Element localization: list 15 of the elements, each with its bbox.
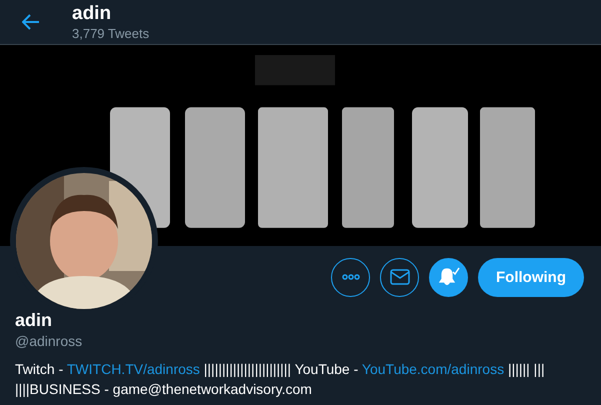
tweet-count: 3,779 Tweets <box>72 24 150 42</box>
bio-link[interactable]: YouTube.com/adinross <box>362 361 504 377</box>
back-arrow-icon[interactable] <box>22 14 40 30</box>
bell-icon <box>438 267 460 287</box>
notifications-button[interactable] <box>429 258 468 296</box>
more-icon <box>342 274 360 280</box>
bio-text: Twitch - TWITCH.TV/adinross |||||||||||||||||||||||| YouTube - YouTube.com/adinross |||||| ||| ||||BUSINESS - game@thenetworkadvisory.com <box>15 360 546 399</box>
display-name: adin <box>15 309 54 331</box>
username: @adinross <box>15 332 84 351</box>
bio-link[interactable]: TWITCH.TV/adinross <box>66 361 200 377</box>
profile-title: adin <box>72 2 112 24</box>
following-button[interactable]: Following <box>478 258 584 296</box>
message-button[interactable] <box>380 258 420 296</box>
more-button[interactable] <box>331 258 370 296</box>
envelope-icon <box>390 269 410 285</box>
